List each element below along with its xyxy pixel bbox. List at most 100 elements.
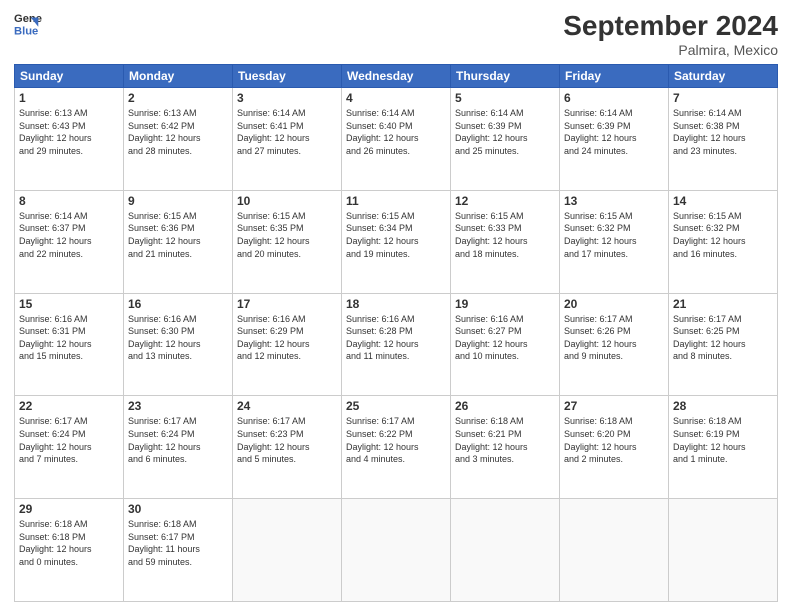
header-monday: Monday: [124, 65, 233, 88]
table-row: 30 Sunrise: 6:18 AM Sunset: 6:17 PM Dayli…: [124, 499, 233, 602]
cell-text: Sunrise: 6:17 AM Sunset: 6:23 PM Dayligh…: [237, 415, 337, 465]
day-number: 1: [19, 91, 119, 105]
cell-text: Sunrise: 6:16 AM Sunset: 6:31 PM Dayligh…: [19, 313, 119, 363]
cell-text: Sunrise: 6:15 AM Sunset: 6:33 PM Dayligh…: [455, 210, 555, 260]
table-row: [560, 499, 669, 602]
table-row: 3 Sunrise: 6:14 AM Sunset: 6:41 PM Daylig…: [233, 88, 342, 191]
table-row: 2Sunrise: 6:13 AM Sunset: 6:42 PM Daylig…: [124, 88, 233, 191]
table-row: [669, 499, 778, 602]
table-row: 21 Sunrise: 6:17 AM Sunset: 6:25 PM Dayli…: [669, 293, 778, 396]
cell-text: Sunrise: 6:18 AM Sunset: 6:18 PM Dayligh…: [19, 518, 119, 568]
table-row: 20 Sunrise: 6:17 AM Sunset: 6:26 PM Dayli…: [560, 293, 669, 396]
table-row: 17 Sunrise: 6:16 AM Sunset: 6:29 PM Dayli…: [233, 293, 342, 396]
calendar-week-row: 15 Sunrise: 6:16 AM Sunset: 6:31 PM Dayli…: [15, 293, 778, 396]
day-number: 13: [564, 194, 664, 208]
table-row: 19 Sunrise: 6:16 AM Sunset: 6:27 PM Dayli…: [451, 293, 560, 396]
cell-text: Sunrise: 6:18 AM Sunset: 6:17 PM Dayligh…: [128, 518, 228, 568]
header-friday: Friday: [560, 65, 669, 88]
table-row: [342, 499, 451, 602]
cell-text: Sunrise: 6:14 AM Sunset: 6:38 PM Dayligh…: [673, 107, 773, 157]
cell-text: Sunrise: 6:17 AM Sunset: 6:22 PM Dayligh…: [346, 415, 446, 465]
cell-text: Sunrise: 6:15 AM Sunset: 6:35 PM Dayligh…: [237, 210, 337, 260]
day-number: 9: [128, 194, 228, 208]
cell-text: Sunrise: 6:18 AM Sunset: 6:21 PM Dayligh…: [455, 415, 555, 465]
cell-text: Sunrise: 6:16 AM Sunset: 6:27 PM Dayligh…: [455, 313, 555, 363]
cell-text: Sunrise: 6:14 AM Sunset: 6:39 PM Dayligh…: [564, 107, 664, 157]
day-number: 18: [346, 297, 446, 311]
cell-text: Sunrise: 6:17 AM Sunset: 6:24 PM Dayligh…: [19, 415, 119, 465]
header-tuesday: Tuesday: [233, 65, 342, 88]
day-number: 14: [673, 194, 773, 208]
day-number: 22: [19, 399, 119, 413]
cell-text: Sunrise: 6:14 AM Sunset: 6:40 PM Dayligh…: [346, 107, 446, 157]
cell-text: Sunrise: 6:14 AM Sunset: 6:39 PM Dayligh…: [455, 107, 555, 157]
cell-text: Sunrise: 6:17 AM Sunset: 6:24 PM Dayligh…: [128, 415, 228, 465]
svg-text:Blue: Blue: [14, 25, 38, 37]
cell-text: Sunrise: 6:18 AM Sunset: 6:20 PM Dayligh…: [564, 415, 664, 465]
day-number: 28: [673, 399, 773, 413]
table-row: 18Sunrise: 6:16 AM Sunset: 6:28 PM Dayli…: [342, 293, 451, 396]
logo: General Blue: [14, 10, 42, 38]
table-row: 23 Sunrise: 6:17 AM Sunset: 6:24 PM Dayli…: [124, 396, 233, 499]
day-number: 5: [455, 91, 555, 105]
table-row: 1Sunrise: 6:13 AM Sunset: 6:43 PM Daylig…: [15, 88, 124, 191]
table-row: 27 Sunrise: 6:18 AM Sunset: 6:20 PM Dayli…: [560, 396, 669, 499]
cell-text: Sunrise: 6:16 AM Sunset: 6:30 PM Dayligh…: [128, 313, 228, 363]
table-row: 8Sunrise: 6:14 AM Sunset: 6:37 PM Daylig…: [15, 190, 124, 293]
day-number: 6: [564, 91, 664, 105]
table-row: [451, 499, 560, 602]
day-number: 11: [346, 194, 446, 208]
table-row: [233, 499, 342, 602]
calendar-header-row: Sunday Monday Tuesday Wednesday Thursday…: [15, 65, 778, 88]
header-saturday: Saturday: [669, 65, 778, 88]
calendar-week-row: 1Sunrise: 6:13 AM Sunset: 6:43 PM Daylig…: [15, 88, 778, 191]
table-row: 13 Sunrise: 6:15 AM Sunset: 6:32 PM Dayli…: [560, 190, 669, 293]
cell-text: Sunrise: 6:15 AM Sunset: 6:32 PM Dayligh…: [564, 210, 664, 260]
table-row: 12 Sunrise: 6:15 AM Sunset: 6:33 PM Dayli…: [451, 190, 560, 293]
table-row: 5 Sunrise: 6:14 AM Sunset: 6:39 PM Daylig…: [451, 88, 560, 191]
day-number: 2: [128, 91, 228, 105]
day-number: 25: [346, 399, 446, 413]
cell-text: Sunrise: 6:14 AM Sunset: 6:41 PM Dayligh…: [237, 107, 337, 157]
day-number: 29: [19, 502, 119, 516]
table-row: 29 Sunrise: 6:18 AM Sunset: 6:18 PM Dayli…: [15, 499, 124, 602]
page: General Blue September 2024 Palmira, Mex…: [0, 0, 792, 612]
day-number: 10: [237, 194, 337, 208]
table-row: 25 Sunrise: 6:17 AM Sunset: 6:22 PM Dayli…: [342, 396, 451, 499]
day-number: 23: [128, 399, 228, 413]
day-number: 27: [564, 399, 664, 413]
table-row: 26Sunrise: 6:18 AM Sunset: 6:21 PM Dayli…: [451, 396, 560, 499]
day-number: 30: [128, 502, 228, 516]
header-thursday: Thursday: [451, 65, 560, 88]
cell-text: Sunrise: 6:17 AM Sunset: 6:25 PM Dayligh…: [673, 313, 773, 363]
location: Palmira, Mexico: [563, 42, 778, 58]
day-number: 24: [237, 399, 337, 413]
cell-text: Sunrise: 6:18 AM Sunset: 6:19 PM Dayligh…: [673, 415, 773, 465]
day-number: 12: [455, 194, 555, 208]
day-number: 19: [455, 297, 555, 311]
cell-text: Sunrise: 6:16 AM Sunset: 6:29 PM Dayligh…: [237, 313, 337, 363]
day-number: 21: [673, 297, 773, 311]
title-block: September 2024 Palmira, Mexico: [563, 10, 778, 58]
table-row: 11Sunrise: 6:15 AM Sunset: 6:34 PM Dayli…: [342, 190, 451, 293]
day-number: 4: [346, 91, 446, 105]
day-number: 20: [564, 297, 664, 311]
table-row: 16 Sunrise: 6:16 AM Sunset: 6:30 PM Dayli…: [124, 293, 233, 396]
table-row: 24 Sunrise: 6:17 AM Sunset: 6:23 PM Dayli…: [233, 396, 342, 499]
cell-text: Sunrise: 6:17 AM Sunset: 6:26 PM Dayligh…: [564, 313, 664, 363]
table-row: 9Sunrise: 6:15 AM Sunset: 6:36 PM Daylig…: [124, 190, 233, 293]
day-number: 3: [237, 91, 337, 105]
table-row: 7Sunrise: 6:14 AM Sunset: 6:38 PM Daylig…: [669, 88, 778, 191]
day-number: 16: [128, 297, 228, 311]
table-row: 22 Sunrise: 6:17 AM Sunset: 6:24 PM Dayli…: [15, 396, 124, 499]
day-number: 17: [237, 297, 337, 311]
table-row: 4 Sunrise: 6:14 AM Sunset: 6:40 PM Daylig…: [342, 88, 451, 191]
table-row: 15 Sunrise: 6:16 AM Sunset: 6:31 PM Dayli…: [15, 293, 124, 396]
logo-icon: General Blue: [14, 10, 42, 38]
day-number: 15: [19, 297, 119, 311]
table-row: 6 Sunrise: 6:14 AM Sunset: 6:39 PM Daylig…: [560, 88, 669, 191]
cell-text: Sunrise: 6:15 AM Sunset: 6:32 PM Dayligh…: [673, 210, 773, 260]
header-sunday: Sunday: [15, 65, 124, 88]
table-row: 14 Sunrise: 6:15 AM Sunset: 6:32 PM Dayli…: [669, 190, 778, 293]
table-row: 28 Sunrise: 6:18 AM Sunset: 6:19 PM Dayli…: [669, 396, 778, 499]
